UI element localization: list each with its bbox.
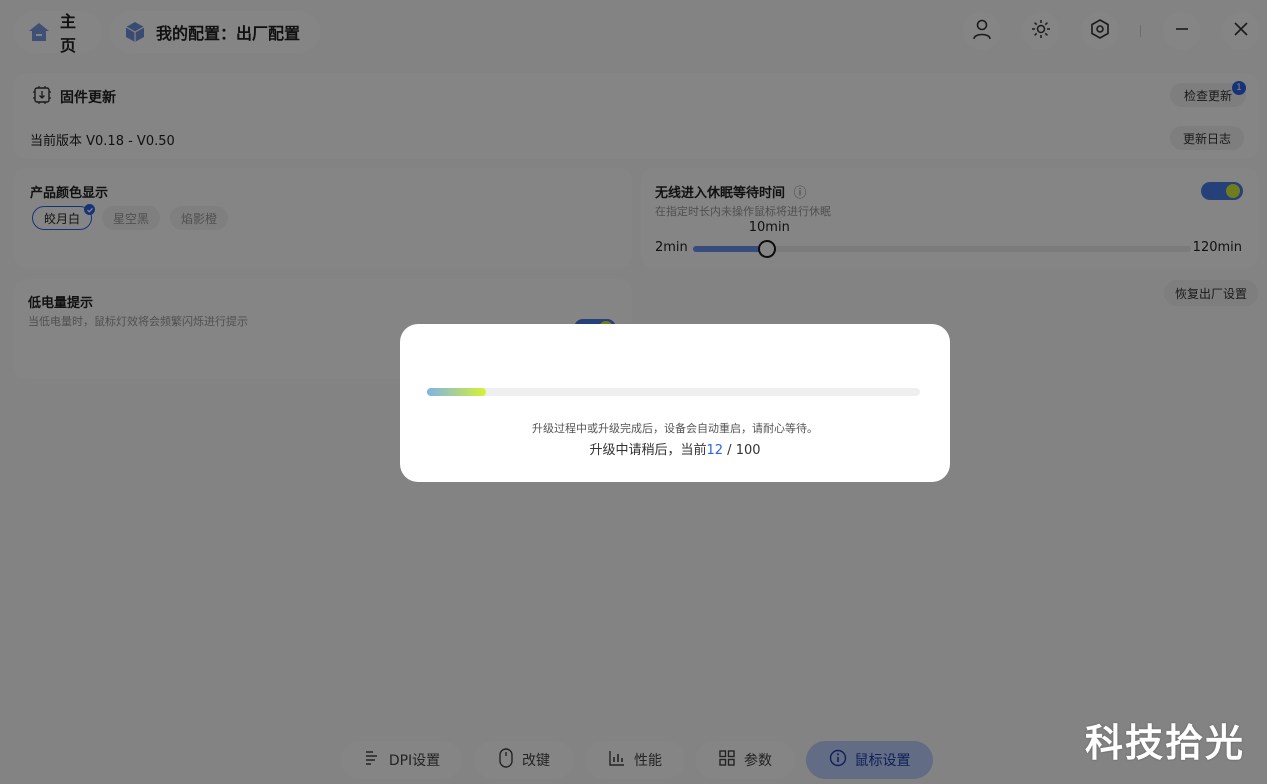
upgrade-status: 升级中请稍后，当前12 / 100 (400, 439, 950, 458)
upgrade-current-value: 12 (706, 443, 724, 458)
upgrade-total: / 100 (723, 443, 761, 458)
upgrade-note: 升级过程中或升级完成后，设备会自动重启，请耐心等待。 (532, 422, 818, 435)
upgrade-status-prefix: 升级中请稍后，当前 (589, 443, 707, 458)
firmware-upgrade-dialog: 升级过程中或升级完成后，设备会自动重启，请耐心等待。 升级中请稍后，当前12 /… (400, 324, 950, 482)
upgrade-progress-fill (427, 388, 487, 396)
watermark-text: 科技拾光 (1084, 721, 1245, 765)
upgrade-progress-bar (427, 388, 920, 396)
